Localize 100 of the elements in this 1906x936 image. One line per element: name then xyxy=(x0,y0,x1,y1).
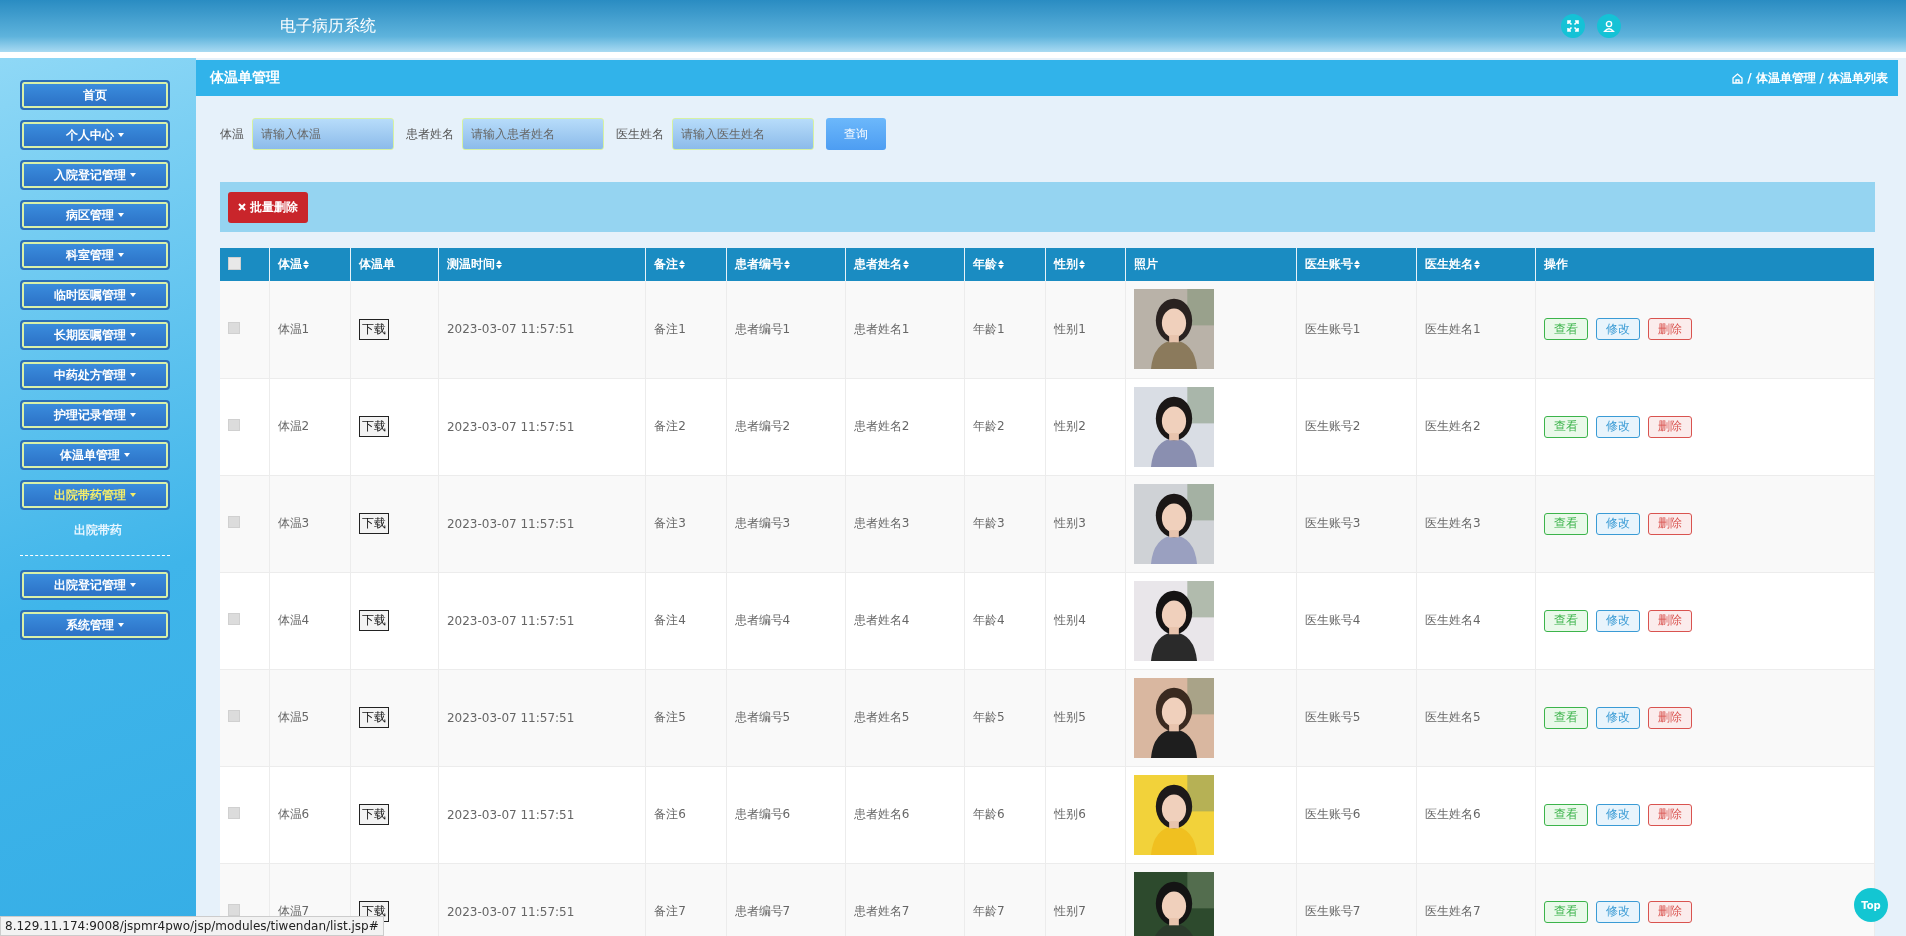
table-cell: 患者姓名3 xyxy=(853,516,910,530)
table-cell: 2023-03-07 11:57:51 xyxy=(446,807,575,822)
column-header: 体温单 xyxy=(358,256,395,273)
app-title: 电子病历系统 xyxy=(280,15,376,37)
sidebar-item[interactable]: 个人中心 xyxy=(20,120,170,150)
table-cell: 医生账号1 xyxy=(1304,321,1361,336)
table-cell: 备注7 xyxy=(654,904,686,918)
table-cell: 年龄3 xyxy=(973,516,1005,530)
table-cell: 医生姓名1 xyxy=(1424,321,1481,336)
table-cell: 性别4 xyxy=(1054,613,1086,627)
column-header[interactable]: 年龄 xyxy=(973,256,997,273)
sidebar-item[interactable]: 病区管理 xyxy=(20,200,170,230)
breadcrumb-separator: / xyxy=(1747,71,1752,85)
table-cell: 性别6 xyxy=(1054,807,1086,821)
delete-button[interactable]: 删除 xyxy=(1648,415,1693,438)
view-button[interactable]: 查看 xyxy=(1544,803,1589,826)
sidebar-item[interactable]: 科室管理 xyxy=(20,240,170,270)
table-cell: 年龄5 xyxy=(973,710,1005,724)
table-cell: 医生账号2 xyxy=(1304,419,1361,433)
back-to-top-button[interactable]: Top xyxy=(1854,888,1888,922)
view-button[interactable]: 查看 xyxy=(1544,512,1589,535)
column-header: 照片 xyxy=(1134,256,1159,273)
table-cell: 备注1 xyxy=(654,321,686,336)
table-cell: 医生姓名3 xyxy=(1424,516,1481,530)
table-cell: 医生姓名6 xyxy=(1424,807,1481,821)
table-cell: 患者编号1 xyxy=(734,321,791,336)
table-cell: 患者姓名6 xyxy=(853,807,910,821)
table-cell: 体温2 xyxy=(277,419,310,433)
delete-button[interactable]: 删除 xyxy=(1648,318,1693,341)
view-button[interactable]: 查看 xyxy=(1544,415,1589,438)
delete-button[interactable]: 删除 xyxy=(1648,706,1693,729)
table-cell: 患者姓名2 xyxy=(853,419,910,433)
sidebar-item[interactable]: 护理记录管理 xyxy=(20,400,170,430)
table-cell: 患者编号3 xyxy=(734,516,791,530)
table-cell: 体温3 xyxy=(277,516,310,530)
column-header[interactable]: 性别 xyxy=(1054,256,1079,273)
search-field[interactable]: 请输入患者姓名 xyxy=(462,118,604,150)
sidebar-item[interactable]: 出院登记管理 xyxy=(20,570,170,600)
sidebar-item[interactable]: 首页 xyxy=(20,80,170,110)
table-cell: 年龄1 xyxy=(973,321,1005,336)
view-button[interactable]: 查看 xyxy=(1544,706,1589,729)
edit-button[interactable]: 修改 xyxy=(1596,609,1641,632)
table-cell: 体温6 xyxy=(277,807,310,821)
breadcrumb-separator: / xyxy=(1819,71,1824,85)
table-cell: 体温7 xyxy=(277,904,310,918)
table-cell: 2023-03-07 11:57:51 xyxy=(446,419,575,434)
table-cell: 备注5 xyxy=(654,710,686,724)
submenu-item[interactable]: 出院带药 xyxy=(74,520,122,541)
table-cell: 患者姓名7 xyxy=(853,904,910,918)
search-button[interactable]: 查询 xyxy=(826,118,886,150)
table-cell: 备注3 xyxy=(654,516,686,530)
sidebar-item[interactable]: 长期医嘱管理 xyxy=(20,320,170,350)
delete-button[interactable]: 删除 xyxy=(1648,803,1693,826)
delete-button[interactable]: 删除 xyxy=(1648,609,1693,632)
sidebar-item[interactable]: 入院登记管理 xyxy=(20,160,170,190)
sidebar-item[interactable]: 临时医嘱管理 xyxy=(20,280,170,310)
table-cell: 性别5 xyxy=(1054,710,1086,724)
delete-button[interactable]: 删除 xyxy=(1648,900,1693,923)
table-cell: 备注4 xyxy=(654,613,686,627)
download-button[interactable]: 下载 xyxy=(358,707,389,728)
sidebar-item[interactable]: 出院带药管理 xyxy=(20,480,170,510)
table-cell: 患者姓名4 xyxy=(853,613,910,627)
sidebar-item[interactable]: 体温单管理 xyxy=(20,440,170,470)
table-cell: 备注2 xyxy=(654,419,686,433)
table-cell: 性别3 xyxy=(1054,516,1086,530)
edit-button[interactable]: 修改 xyxy=(1596,415,1641,438)
download-button[interactable]: 下载 xyxy=(358,513,389,534)
download-button[interactable]: 下载 xyxy=(358,610,389,631)
table-cell: 医生账号7 xyxy=(1304,904,1361,918)
column-header[interactable]: 测温时间 xyxy=(446,256,495,273)
column-header[interactable]: 体温 xyxy=(277,256,302,273)
table-cell: 患者姓名5 xyxy=(853,710,910,724)
breadcrumb-item[interactable]: 体温单列表 xyxy=(1828,69,1888,87)
edit-button[interactable]: 修改 xyxy=(1596,706,1641,729)
table-cell: 医生账号4 xyxy=(1304,613,1361,627)
search-field[interactable]: 请输入体温 xyxy=(252,118,394,150)
edit-button[interactable]: 修改 xyxy=(1596,512,1641,535)
sidebar-item[interactable]: 系统管理 xyxy=(20,610,170,640)
download-button[interactable]: 下载 xyxy=(358,804,389,825)
delete-button[interactable]: 删除 xyxy=(1648,512,1693,535)
search-field[interactable]: 请输入医生姓名 xyxy=(672,118,814,150)
table-cell: 备注6 xyxy=(654,807,686,821)
download-button[interactable]: 下载 xyxy=(358,318,389,340)
edit-button[interactable]: 修改 xyxy=(1596,803,1641,826)
view-button[interactable]: 查看 xyxy=(1544,609,1589,632)
column-header[interactable]: 备注 xyxy=(654,256,679,273)
download-button[interactable]: 下载 xyxy=(358,416,389,437)
batch-delete-button[interactable]: 批量删除 xyxy=(228,191,308,223)
edit-button[interactable]: 修改 xyxy=(1596,318,1641,341)
table-cell: 性别2 xyxy=(1054,419,1086,433)
table-cell: 医生姓名4 xyxy=(1424,613,1481,627)
sidebar-item[interactable]: 中药处方管理 xyxy=(20,360,170,390)
table-cell: 体温4 xyxy=(277,613,310,627)
view-button[interactable]: 查看 xyxy=(1544,900,1589,923)
page-title: 体温单管理 xyxy=(210,69,280,87)
edit-button[interactable]: 修改 xyxy=(1596,900,1641,923)
table-cell: 年龄2 xyxy=(973,419,1005,433)
view-button[interactable]: 查看 xyxy=(1544,318,1589,341)
breadcrumb-item[interactable]: 体温单管理 xyxy=(1755,69,1816,87)
table-cell: 性别1 xyxy=(1054,321,1086,336)
